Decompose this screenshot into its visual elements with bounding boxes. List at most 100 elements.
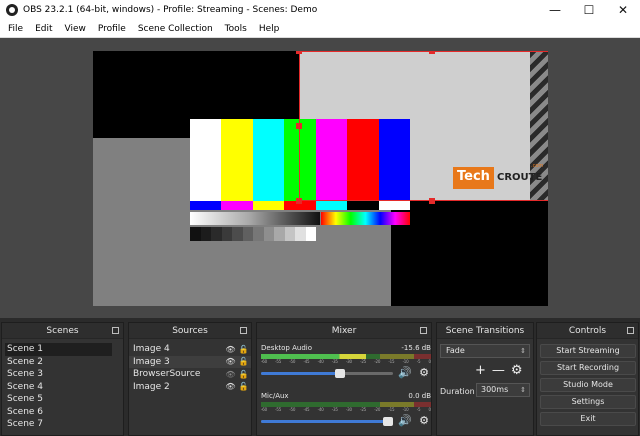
meter-tick-label: -20 [374,359,381,364]
meter-ticks: -60 -55 -50 -45 -40 -35 -30 -25 -20 -15 -10 -5 0 [261,359,431,365]
mixer-track-mic-aux: Mic/Aux 0.0 dB -60 -55 -50 -45 -40 -35 -30 -25-… [261,392,431,428]
scene-item[interactable]: Scene 5 [5,393,112,406]
chevron-updown-icon: ⇕ [520,347,526,355]
scene-item[interactable]: Scene 2 [5,356,112,369]
track-name: Desktop Audio [261,344,312,352]
window-title: OBS 23.2.1 (64-bit, windows) - Profile: … [23,5,318,15]
meter-tick-label: -30 [345,359,352,364]
exit-button[interactable]: Exit [540,412,636,426]
gear-icon[interactable]: ⚙ [417,415,431,427]
resize-handle-bottom-left[interactable] [296,198,302,204]
selection-box[interactable] [299,51,548,201]
scenes-dock-title: Scenes [46,325,79,336]
resize-handle-top-left[interactable] [296,51,302,54]
mixer-dock-title: Mixer [331,325,357,336]
source-item[interactable]: Image 2 👁 🔓 [129,381,251,394]
source-item[interactable]: Image 3 👁 🔓 [129,355,251,368]
gear-icon[interactable]: ⚙ [417,367,431,379]
eye-hidden-icon[interactable]: 👁 [225,370,236,379]
meter-tick-label: -40 [317,407,324,412]
meter-tick-label: -55 [275,407,282,412]
volume-meter [261,402,431,407]
speaker-icon[interactable]: 🔊 [398,367,412,379]
menu-tools[interactable]: Tools [219,24,253,34]
menu-edit[interactable]: Edit [29,24,58,34]
scenes-dock-header: Scenes [2,323,123,339]
float-dock-icon[interactable] [112,327,119,334]
menu-file[interactable]: File [2,24,29,34]
remove-transition-button[interactable]: — [492,364,505,378]
chevron-updown-icon: ⇕ [520,386,526,394]
preview-canvas[interactable]: Tech CROUTE .com [93,51,548,306]
maximize-button[interactable]: ☐ [572,0,606,20]
transition-select[interactable]: Fade ⇕ [440,344,530,358]
meter-tick-label: -50 [289,359,296,364]
resize-handle-left[interactable] [296,123,302,129]
volume-meter [261,354,431,359]
menu-help[interactable]: Help [253,24,286,34]
volume-slider-handle[interactable] [383,416,393,426]
unlock-icon[interactable]: 🔓 [238,370,249,379]
track-name: Mic/Aux [261,392,289,400]
meter-tick-label: -25 [360,359,367,364]
controls-dock: Controls Start Streaming Start Recording… [536,322,639,436]
speaker-icon[interactable]: 🔊 [398,415,412,427]
scene-list: Scene 1 Scene 2 Scene 3 Scene 4 Scene 5 … [5,343,112,431]
meter-tick-label: -45 [303,359,310,364]
scene-item[interactable]: Scene 4 [5,381,112,394]
preview-area[interactable]: Tech CROUTE .com [0,38,640,318]
meter-tick-label: 0 [428,359,432,364]
source-item[interactable]: Image 4 👁 🔓 [129,343,251,356]
meter-tick-label: -30 [345,407,352,412]
scene-transitions-dock-title: Scene Transitions [445,325,525,336]
unlock-icon[interactable]: 🔓 [238,345,249,354]
eye-icon[interactable]: 👁 [225,345,236,354]
volume-slider[interactable] [261,416,393,426]
black-source-bottom-right [391,201,548,306]
close-button[interactable]: ✕ [606,0,640,20]
start-recording-button[interactable]: Start Recording [540,361,636,375]
unlock-icon[interactable]: 🔓 [238,382,249,391]
resize-handle-bottom[interactable] [429,198,435,204]
volume-slider-handle[interactable] [335,368,346,378]
meter-tick-label: -5 [416,407,421,412]
unlock-icon[interactable]: 🔓 [238,357,249,366]
mixer-dock-header: Mixer [257,323,431,339]
controls-dock-header: Controls [537,323,638,339]
duration-label: Duration [440,387,475,396]
gear-icon[interactable]: ⚙ [511,364,523,378]
studio-mode-button[interactable]: Studio Mode [540,378,636,392]
menu-view[interactable]: View [59,24,92,34]
start-streaming-button[interactable]: Start Streaming [540,344,636,358]
menu-profile[interactable]: Profile [92,24,132,34]
scene-item[interactable]: Scene 1 [5,343,112,356]
source-item[interactable]: BrowserSource 👁 🔓 [129,368,251,381]
mixer-dock: Mixer Desktop Audio -15.6 dB -60 -55 -50 -4… [256,322,432,436]
meter-ticks: -60 -55 -50 -45 -40 -35 -30 -25 -20 -15 -10 -5 0 [261,407,431,413]
add-transition-button[interactable]: + [475,364,486,378]
menu-scene-collection[interactable]: Scene Collection [132,24,219,34]
meter-tick-label: -60 [261,407,267,412]
scene-item[interactable]: Scene 6 [5,406,112,419]
duration-spinbox[interactable]: 300ms ⇕ [476,383,530,397]
menu-bar: File Edit View Profile Scene Collection … [0,20,640,38]
meter-tick-label: -25 [360,407,367,412]
float-dock-icon[interactable] [627,327,634,334]
meter-tick-label: -35 [331,407,338,412]
meter-tick-label: -55 [275,359,282,364]
scene-item[interactable]: Scene 3 [5,368,112,381]
eye-icon[interactable]: 👁 [225,357,236,366]
controls-dock-title: Controls [568,325,607,336]
scene-item[interactable]: Scene 7 [5,418,112,431]
resize-handle-top[interactable] [429,51,435,54]
sources-dock-title: Sources [172,325,208,336]
eye-icon[interactable]: 👁 [225,382,236,391]
meter-tick-label: -35 [331,359,338,364]
settings-button[interactable]: Settings [540,395,636,409]
meter-tick-label: -10 [402,407,409,412]
volume-slider[interactable] [261,368,393,378]
float-dock-icon[interactable] [240,327,247,334]
float-dock-icon[interactable] [420,327,427,334]
minimize-button[interactable]: — [538,0,572,20]
scene-transitions-dock: Scene Transitions Fade ⇕ + — ⚙ Duration … [436,322,534,436]
